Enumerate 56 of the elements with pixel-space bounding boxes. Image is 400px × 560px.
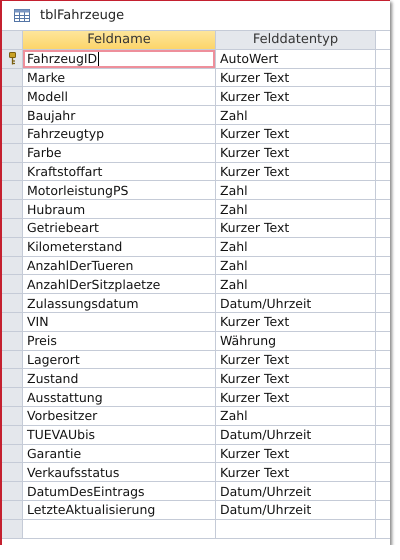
data-type-cell[interactable]: Zahl [216,200,376,219]
field-name-cell[interactable]: Garantie [23,444,216,464]
field-name-cell[interactable]: VIN [23,312,216,332]
field-name-cell[interactable]: Fahrzeugtyp [23,124,216,144]
data-type-cell[interactable]: AutoWert [216,50,376,69]
data-type-cell[interactable]: Kurzer Text [216,144,376,163]
data-type-cell[interactable]: Kurzer Text [216,369,376,388]
data-type-cell[interactable]: Datum/Uhrzeit [216,426,376,445]
field-name-cell[interactable]: Kraftstoffart [23,162,216,182]
field-name-cell[interactable]: Hubraum [23,200,216,219]
data-type-cell[interactable]: Zahl [216,275,376,294]
data-type-cell[interactable]: Zahl [216,238,376,257]
data-type-cell[interactable]: Kurzer Text [216,124,376,144]
data-type-cell[interactable]: Kurzer Text [216,162,376,182]
data-type-cell[interactable]: Währung [216,332,376,351]
data-type-cell[interactable]: Kurzer Text [216,87,376,106]
field-name-cell[interactable]: Zulassungsdatum [23,294,216,313]
field-name-cell[interactable]: Getriebeart [23,218,216,238]
data-type-cell[interactable]: Zahl [216,181,376,200]
column-header[interactable]: Feldname [23,31,216,50]
data-type-cell[interactable]: Zahl [216,256,376,276]
field-name-cell[interactable]: FahrzeugID [23,50,216,69]
field-name-cell[interactable]: Modell [23,87,216,106]
field-name-cell[interactable]: Kilometerstand [23,238,216,257]
row-selector[interactable] [2,50,23,69]
field-name-cell[interactable]: Farbe [23,144,216,163]
data-type-cell[interactable]: Kurzer Text [216,350,376,370]
data-type-cell[interactable]: Kurzer Text [216,312,376,332]
window-title: tblFahrzeuge [40,8,124,23]
field-name-cell[interactable]: Lagerort [23,350,216,370]
field-name-cell[interactable]: Ausstattung [23,388,216,407]
data-type-cell[interactable]: Kurzer Text [216,388,376,407]
data-type-cell[interactable]: Zahl [216,406,376,426]
data-type-cell[interactable]: Kurzer Text [216,444,376,464]
field-name-cell[interactable]: Preis [23,332,216,351]
column-header[interactable]: Felddatentyp [216,31,376,50]
data-type-cell[interactable]: Datum/Uhrzeit [216,500,376,520]
field-name-cell[interactable]: Marke [23,68,216,88]
field-name-cell[interactable]: Vorbesitzer [23,406,216,426]
data-type-cell[interactable]: Kurzer Text [216,218,376,238]
data-type-cell[interactable]: Zahl [216,106,376,125]
data-type-cell[interactable]: Kurzer Text [216,68,376,88]
field-name-cell[interactable]: AnzahlDerSitzplaetze [23,275,216,294]
field-name-cell[interactable]: AnzahlDerTueren [23,256,216,276]
field-name-cell[interactable]: Zustand [23,369,216,388]
field-name-cell[interactable]: Verkaufsstatus [23,463,216,482]
table-icon [14,9,30,22]
field-name-cell[interactable]: DatumDesEintrags [23,482,216,501]
field-name-cell[interactable]: LetzteAktualisierung [23,500,216,520]
field-name-cell[interactable]: TUEVAUbis [23,426,216,445]
data-type-cell[interactable]: Kurzer Text [216,463,376,482]
field-name-cell[interactable]: MotorleistungPS [23,181,216,200]
field-name-cell[interactable]: Baujahr [23,106,216,125]
data-type-cell[interactable]: Datum/Uhrzeit [216,294,376,313]
data-type-cell[interactable]: Datum/Uhrzeit [216,482,376,501]
key-icon [8,52,16,66]
